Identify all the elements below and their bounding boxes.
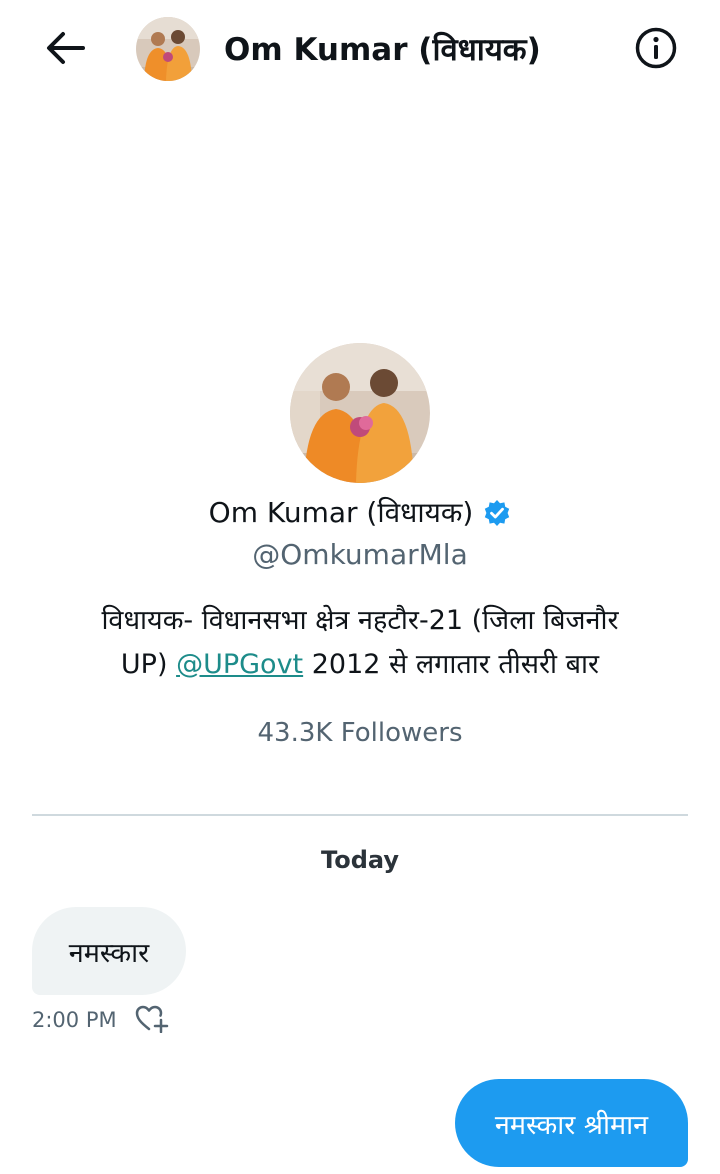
conversation-header: Om Kumar (विधायक) — [0, 0, 720, 100]
profile-handle: @OmkumarMla — [252, 538, 468, 571]
header-title[interactable]: Om Kumar (विधायक) — [224, 30, 541, 70]
info-icon — [634, 26, 678, 74]
profile-name-row: Om Kumar (विधायक) — [0, 493, 720, 533]
profile-avatar[interactable] — [290, 343, 430, 483]
verified-badge-icon — [483, 499, 511, 527]
bio-mention-link[interactable]: @UPGovt — [176, 649, 303, 680]
bio-line-2-start: UP) — [120, 649, 177, 680]
add-reaction-button[interactable] — [132, 1003, 172, 1037]
message-timestamp: 2:00 PM — [32, 1008, 117, 1032]
received-message-bubble[interactable]: नमस्कार — [32, 907, 186, 995]
arrow-left-icon — [45, 31, 85, 69]
profile-name[interactable]: Om Kumar (विधायक) — [209, 493, 474, 533]
header-avatar[interactable] — [136, 17, 200, 81]
sent-message-bubble[interactable]: नमस्कार श्रीमान — [455, 1079, 688, 1167]
bio-line-1: विधायक- विधानसभा क्षेत्र नहटौर-21 (जिला … — [101, 605, 619, 636]
profile-bio: विधायक- विधानसभा क्षेत्र नहटौर-21 (जिला … — [60, 599, 660, 687]
date-separator: Today — [321, 846, 399, 874]
followers-count[interactable]: 43.3K Followers — [0, 713, 720, 753]
heart-add-icon — [134, 1003, 170, 1037]
info-button[interactable] — [632, 26, 680, 74]
bio-line-2-end: 2012 से लगातार तीसरी बार — [303, 649, 600, 680]
divider — [32, 814, 688, 816]
back-button[interactable] — [42, 28, 88, 72]
